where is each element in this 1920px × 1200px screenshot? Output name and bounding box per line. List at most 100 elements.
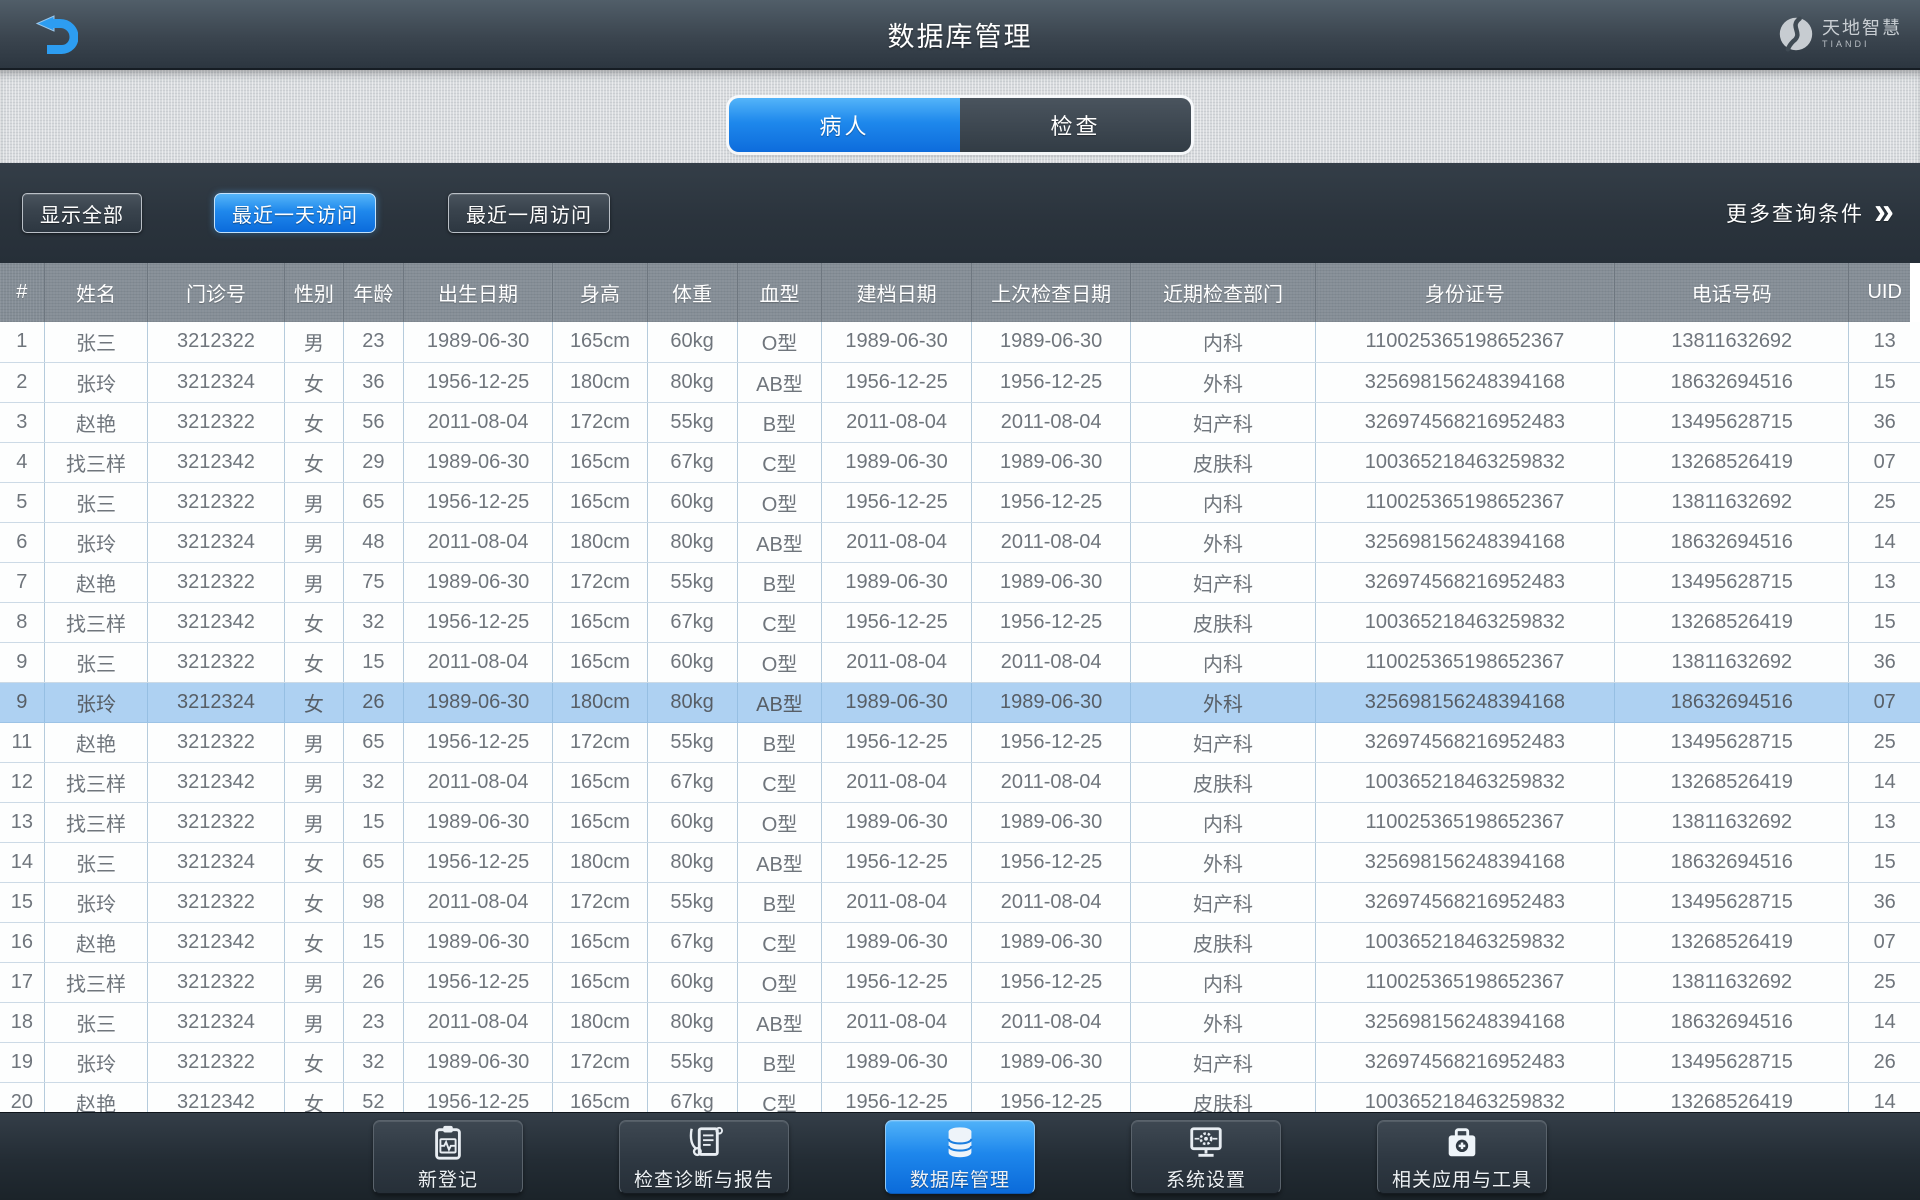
show-all-button[interactable]: 显示全部 <box>22 193 142 233</box>
table-cell: 1989-06-30 <box>403 922 554 963</box>
table-cell: 67kg <box>647 442 738 483</box>
table-cell: 张玲 <box>44 362 149 403</box>
table-row[interactable]: 6 张玲 3212324 男 48 2011-08-04 180cm 80kg AB型 2011-… <box>0 522 1920 563</box>
table-row[interactable]: 19 张玲 3212322 女 32 1989-06-30 172cm 55kg B型 1989-… <box>0 1042 1920 1083</box>
table-row[interactable]: 5 张三 3212322 男 65 1956-12-25 165cm 60kg O型 1956-1… <box>0 482 1920 523</box>
table-cell: 3212322 <box>147 482 285 523</box>
table-cell: 15 <box>343 802 404 843</box>
column-header: 建档日期 <box>821 263 972 322</box>
table-cell: 外科 <box>1130 522 1316 563</box>
table-cell: 23 <box>343 322 404 363</box>
table-cell: 07 <box>1848 682 1920 723</box>
table-cell: 外科 <box>1130 1002 1316 1043</box>
database-icon <box>941 1124 979 1162</box>
more-filters-button[interactable]: 更多查询条件 » <box>1726 192 1894 230</box>
nav-item-related-apps-tools[interactable]: 相关应用与工具 <box>1377 1119 1548 1194</box>
nav-item-exam-diagnosis-report[interactable]: 检查诊断与报告 <box>618 1119 789 1194</box>
table-cell: 67kg <box>647 602 738 643</box>
report-stethoscope-icon <box>685 1124 723 1162</box>
table-row[interactable]: 1 张三 3212322 男 23 1989-06-30 165cm 60kg O型 1989-0… <box>0 322 1920 363</box>
nav-item-system-settings[interactable]: 系统设置 <box>1131 1119 1281 1194</box>
table-cell: 皮肤科 <box>1130 922 1316 963</box>
tab-patients[interactable]: 病人 <box>729 98 960 152</box>
table-cell: 1956-12-25 <box>821 722 972 763</box>
clipboard-pulse-icon <box>429 1124 467 1162</box>
table-row[interactable]: 14 张三 3212324 女 65 1956-12-25 180cm 80kg AB型 1956… <box>0 842 1920 883</box>
table-cell: 26 <box>1848 1042 1920 1083</box>
table-cell: 14 <box>0 842 45 883</box>
table-cell: 180cm <box>552 1002 648 1043</box>
table-cell: 29 <box>343 442 404 483</box>
table-row[interactable]: 11 赵艳 3212322 男 65 1956-12-25 172cm 55kg B型 1956-… <box>0 722 1920 763</box>
double-chevron-right-icon: » <box>1873 188 1894 232</box>
table-cell: 13 <box>1848 322 1920 363</box>
table-cell: 1989-06-30 <box>821 322 972 363</box>
table-cell: 2011-08-04 <box>403 762 554 803</box>
table-cell: 皮肤科 <box>1130 602 1316 643</box>
table-row[interactable]: 15 张玲 3212322 女 98 2011-08-04 172cm 55kg B型 2011-… <box>0 882 1920 923</box>
table-row[interactable]: 8 找三样 3212342 女 32 1956-12-25 165cm 67kg C型 1956-… <box>0 602 1920 643</box>
table-cell: 1989-06-30 <box>971 442 1132 483</box>
table-cell: 外科 <box>1130 682 1316 723</box>
table-cell: 女 <box>284 442 345 483</box>
table-cell: 18632694516 <box>1614 362 1850 403</box>
table-cell: 110025365198652367 <box>1315 322 1616 363</box>
table-cell: 80kg <box>647 682 738 723</box>
table-cell: 3212322 <box>147 1042 285 1083</box>
last-week-filter-button[interactable]: 最近一周访问 <box>448 193 610 233</box>
table-cell: 326974568216952483 <box>1315 1042 1616 1083</box>
nav-item-database-management[interactable]: 数据库管理 <box>885 1119 1035 1194</box>
nav-item-new-registration[interactable]: 新登记 <box>372 1119 523 1194</box>
table-cell: 172cm <box>552 1042 648 1083</box>
table-cell: 外科 <box>1130 842 1316 883</box>
table-cell: 2011-08-04 <box>403 642 554 683</box>
table-cell: 女 <box>284 922 345 963</box>
table-cell: 3212322 <box>147 802 285 843</box>
table-cell: 172cm <box>552 402 648 443</box>
table-cell: 1956-12-25 <box>403 482 554 523</box>
table-cell: 326974568216952483 <box>1315 402 1616 443</box>
table-cell: AB型 <box>737 842 823 883</box>
table-cell: 165cm <box>552 802 648 843</box>
table-cell: 找三样 <box>44 762 149 803</box>
table-cell: AB型 <box>737 362 823 403</box>
table-cell: 18632694516 <box>1614 842 1850 883</box>
table-cell: C型 <box>737 442 823 483</box>
table-cell: 12 <box>0 762 45 803</box>
table-cell: 3212342 <box>147 922 285 963</box>
table-cell: 180cm <box>552 842 648 883</box>
table-cell: 80kg <box>647 522 738 563</box>
table-cell: 165cm <box>552 322 648 363</box>
table-cell: 1989-06-30 <box>403 802 554 843</box>
tab-examinations[interactable]: 检查 <box>960 98 1191 152</box>
column-header: 姓名 <box>44 263 149 322</box>
nav-label: 新登记 <box>417 1169 478 1191</box>
column-header: 电话号码 <box>1614 263 1850 322</box>
table-cell: 3 <box>0 402 45 443</box>
table-cell: 13495628715 <box>1614 722 1850 763</box>
table-row[interactable]: 9 张玲 3212324 女 26 1989-06-30 180cm 80kg AB型 1989-… <box>0 682 1920 723</box>
table-row[interactable]: 16 赵艳 3212342 女 15 1989-06-30 165cm 67kg C型 1989-… <box>0 922 1920 963</box>
table-row[interactable]: 2 张玲 3212324 女 36 1956-12-25 180cm 80kg AB型 1956-… <box>0 362 1920 403</box>
table-cell: 1989-06-30 <box>403 322 554 363</box>
table-row[interactable]: 17 找三样 3212322 男 26 1956-12-25 165cm 60kg O型 1956… <box>0 962 1920 1003</box>
table-row[interactable]: 4 找三样 3212342 女 29 1989-06-30 165cm 67kg C型 1989-… <box>0 442 1920 483</box>
table-cell: 张玲 <box>44 882 149 923</box>
table-cell: 女 <box>284 402 345 443</box>
scrollbar-gutter <box>1910 263 1920 322</box>
table-cell: 1989-06-30 <box>403 682 554 723</box>
table-cell: 男 <box>284 762 345 803</box>
table-row[interactable]: 7 赵艳 3212322 男 75 1989-06-30 172cm 55kg B型 1989-0… <box>0 562 1920 603</box>
table-row[interactable]: 18 张三 3212324 男 23 2011-08-04 180cm 80kg AB型 2011… <box>0 1002 1920 1043</box>
table-cell: B型 <box>737 1042 823 1083</box>
table-cell: 1989-06-30 <box>821 1042 972 1083</box>
table-cell: 13811632692 <box>1614 322 1850 363</box>
table-row[interactable]: 3 赵艳 3212322 女 56 2011-08-04 172cm 55kg B型 2011-0… <box>0 402 1920 443</box>
table-row[interactable]: 12 找三样 3212342 男 32 2011-08-04 165cm 67kg C型 2011… <box>0 762 1920 803</box>
table-row[interactable]: 13 找三样 3212322 男 15 1989-06-30 165cm 60kg O型 1989… <box>0 802 1920 843</box>
table-cell: 15 <box>1848 602 1920 643</box>
table-cell: 60kg <box>647 322 738 363</box>
table-cell: 张三 <box>44 482 149 523</box>
last-day-filter-button[interactable]: 最近一天访问 <box>214 193 376 233</box>
table-row[interactable]: 9 张三 3212322 女 15 2011-08-04 165cm 60kg O型 2011-0… <box>0 642 1920 683</box>
